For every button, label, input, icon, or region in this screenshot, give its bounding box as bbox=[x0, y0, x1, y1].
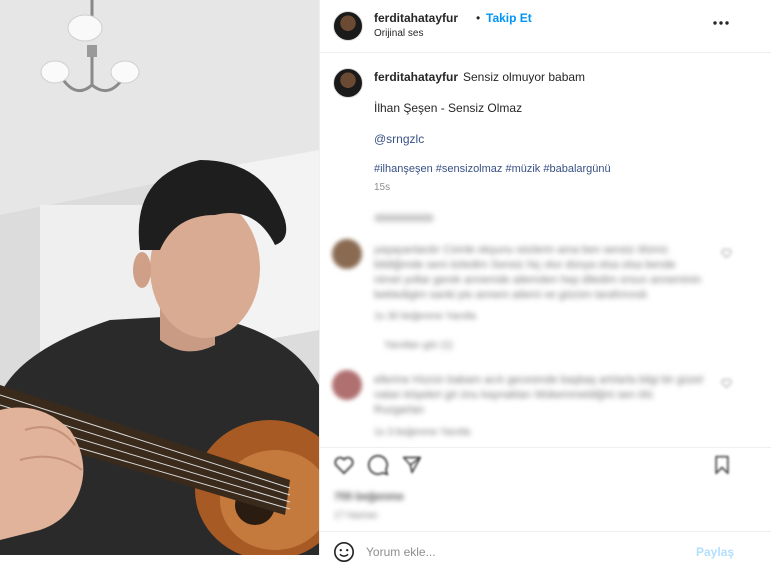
comment-meta: 1s 30 beğenme Yanıtla bbox=[374, 311, 476, 322]
more-horizontal-icon[interactable] bbox=[710, 16, 732, 30]
caption-avatar[interactable] bbox=[333, 68, 363, 98]
post-comment-button[interactable]: Paylaş bbox=[696, 545, 734, 559]
post-date: 17 Haziran bbox=[334, 510, 378, 520]
caption-hashtags[interactable]: #ilhanşeşen #sensizolmaz #müzik #babalar… bbox=[374, 163, 611, 175]
actions-divider bbox=[320, 447, 771, 448]
comment-icon[interactable] bbox=[366, 453, 390, 477]
caption-mention[interactable]: @srngzlc bbox=[374, 132, 424, 146]
caption-text: Sensiz olmuyor babam bbox=[463, 70, 586, 84]
caption-username[interactable]: ferditahatayfur bbox=[374, 70, 458, 84]
commenter-avatar[interactable] bbox=[332, 239, 362, 269]
caption-song: İlhan Şeşen - Sensiz Olmaz bbox=[374, 101, 523, 115]
post-video[interactable] bbox=[0, 0, 319, 555]
comment-meta: 1s 3 beğenme Yanıtla bbox=[374, 427, 471, 438]
view-replies-link[interactable]: Yanıtları gör (1) bbox=[384, 338, 453, 353]
heart-icon[interactable] bbox=[332, 453, 356, 477]
header-separator: • bbox=[476, 11, 481, 25]
comment-box-divider bbox=[320, 531, 771, 532]
likes-count[interactable]: 755 beğenme bbox=[334, 490, 404, 505]
emoji-icon[interactable] bbox=[332, 540, 356, 564]
caption-time: 15s bbox=[374, 182, 391, 193]
bookmark-icon[interactable] bbox=[710, 453, 734, 477]
translation-link[interactable] bbox=[374, 214, 434, 222]
header-divider bbox=[320, 52, 771, 53]
author-avatar[interactable] bbox=[333, 11, 363, 41]
comment-input[interactable]: Yorum ekle... bbox=[366, 545, 436, 559]
comment-text: ellerine Hüzün babam acılı gecesinde baş… bbox=[374, 374, 703, 416]
post-sidebar: ferditahatayfur • Takip Et Orijinal ses … bbox=[319, 0, 771, 562]
share-icon[interactable] bbox=[400, 453, 424, 477]
comment-heart-icon[interactable] bbox=[720, 377, 732, 389]
audio-label[interactable]: Orijinal ses bbox=[374, 28, 423, 39]
follow-button[interactable]: Takip Et bbox=[486, 11, 532, 25]
comment-heart-icon[interactable] bbox=[720, 247, 732, 259]
comment-text: yaşayanlardır Cümle okşunu sözlerin ama … bbox=[374, 244, 702, 301]
commenter-avatar[interactable] bbox=[332, 370, 362, 400]
video-frame-image bbox=[0, 0, 319, 555]
author-username[interactable]: ferditahatayfur bbox=[374, 11, 458, 25]
